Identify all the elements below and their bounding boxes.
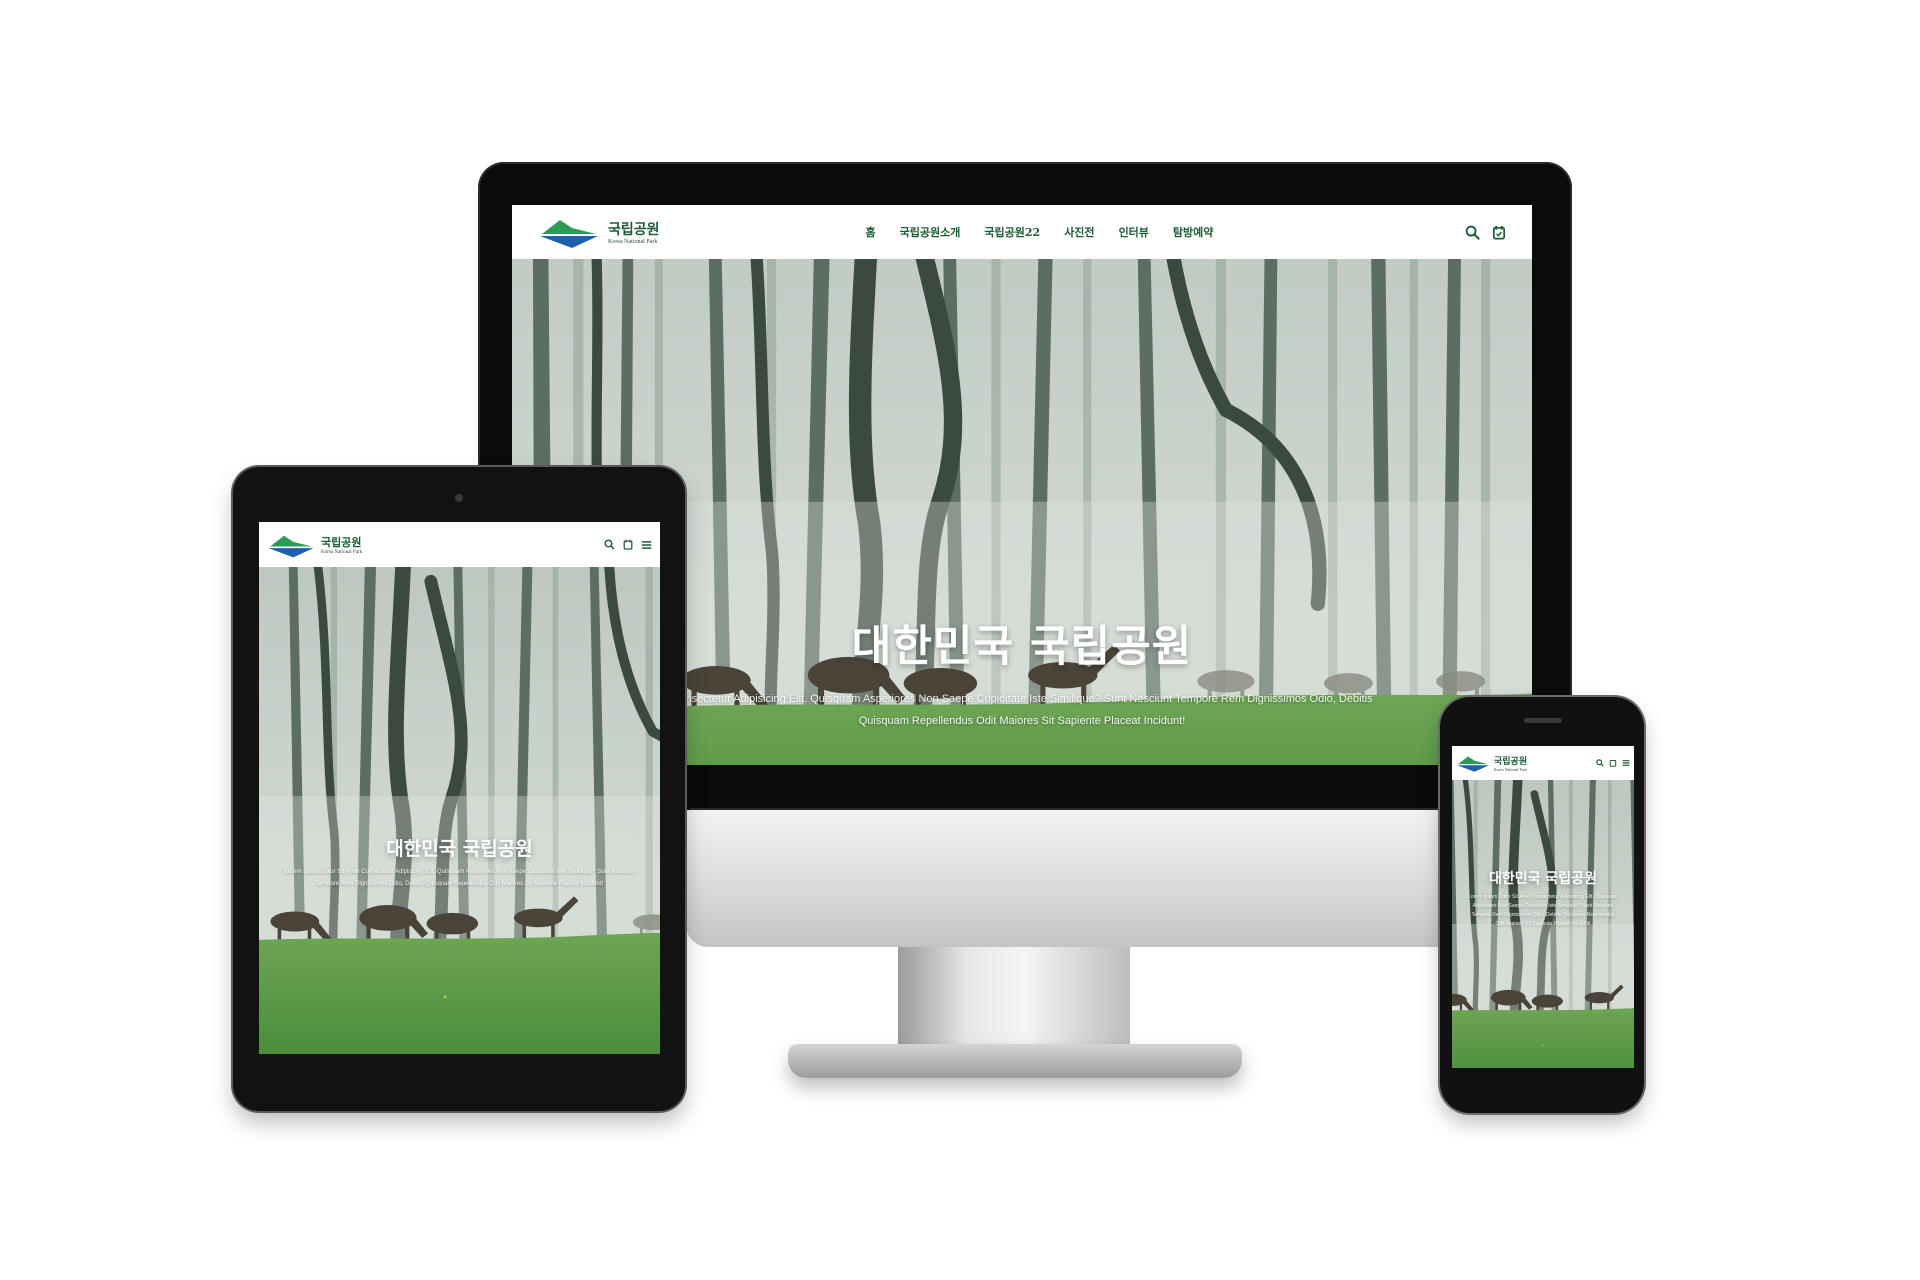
site-header: 국립공원 Korea National Park 홈 국립공원소개 국립공원22… [512, 205, 1532, 259]
nav-reservation[interactable]: 탐방예약 [1173, 224, 1213, 240]
hero-title: 대한민국 국립공원 [1489, 871, 1597, 887]
logo[interactable]: 국립공원 Korea National Park [267, 531, 362, 559]
tablet-camera [455, 494, 463, 502]
logo-english-text: Korea National Park [608, 239, 658, 245]
main-nav: 홈 국립공원소개 국립공원22 사진전 인터뷰 탐방예약 [866, 224, 1214, 240]
menu-icon[interactable] [641, 540, 652, 550]
logo-korean-text: 국립공원 [1494, 757, 1528, 767]
nav-parks22[interactable]: 국립공원22 [984, 224, 1040, 240]
site-header: 국립공원 Korea National Park [1452, 746, 1634, 780]
hero-description: Consectetur Adipisicing Elit. Quisquam A… [671, 693, 1373, 727]
nav-interview[interactable]: 인터뷰 [1119, 224, 1149, 240]
menu-icon[interactable] [1622, 759, 1630, 767]
tablet-screen: 국립공원 Korea National Park 대한민국 국립공원 Lorem… [259, 522, 660, 1054]
nav-gallery[interactable]: 사진전 [1064, 224, 1094, 240]
hero-content: 대한민국 국립공원 Lorem Ipsum Dolor Sit Amet Con… [259, 834, 660, 890]
mountain-logo-icon [540, 220, 598, 248]
nav-intro[interactable]: 국립공원소개 [900, 224, 961, 240]
phone-speaker [1524, 718, 1562, 723]
calendar-icon[interactable] [1492, 225, 1506, 240]
hero-description: Lorem Ipsum Dolor Sit Amet Consectetur A… [1468, 894, 1618, 927]
mountain-logo-icon [268, 535, 314, 557]
calendar-icon[interactable] [1609, 759, 1617, 767]
calendar-icon[interactable] [623, 539, 633, 550]
mountain-logo-icon [1457, 756, 1489, 772]
search-icon[interactable] [1465, 225, 1480, 240]
logo-korean-text: 국립공원 [321, 536, 362, 549]
hero-title: 대한민국 국립공원 [386, 838, 533, 860]
hero-image [259, 567, 660, 1054]
nav-home[interactable]: 홈 [866, 224, 876, 240]
site-header: 국립공원 Korea National Park [259, 522, 660, 567]
logo-english-text: Korea National Park [321, 550, 363, 555]
logo[interactable]: 국립공원 Korea National Park [538, 214, 660, 250]
hero-content: 대한민국 국립공원 Lorem Ipsum Dolor Sit Amet Con… [1452, 868, 1634, 929]
hero-description: Lorem Ipsum Dolor Sit Amet Consectetur A… [284, 869, 635, 887]
phone-screen: 국립공원 Korea National Park 대한민국 국립공원 Lorem… [1452, 746, 1634, 1068]
logo-english-text: Korea National Park [1494, 767, 1527, 772]
monitor-stand-neck [898, 947, 1130, 1047]
search-icon[interactable] [604, 539, 615, 550]
monitor-stand-base [788, 1044, 1242, 1078]
logo-korean-text: 국립공원 [608, 222, 660, 238]
search-icon[interactable] [1596, 759, 1604, 767]
logo[interactable]: 국립공원 Korea National Park [1456, 753, 1527, 773]
